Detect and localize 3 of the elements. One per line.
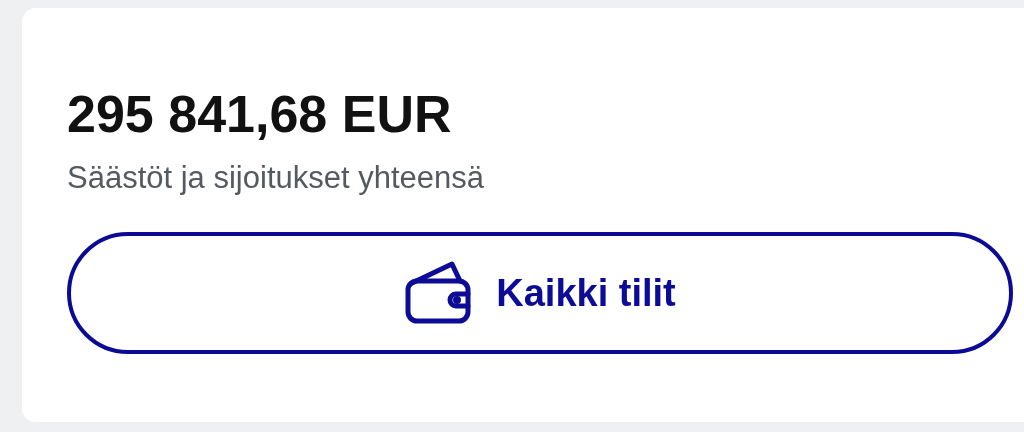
total-amount: 295 841,68 EUR [67, 84, 452, 144]
total-caption: Säästöt ja sijoitukset yhteensä [67, 160, 485, 196]
all-accounts-button[interactable]: Kaikki tilit [67, 232, 1013, 354]
